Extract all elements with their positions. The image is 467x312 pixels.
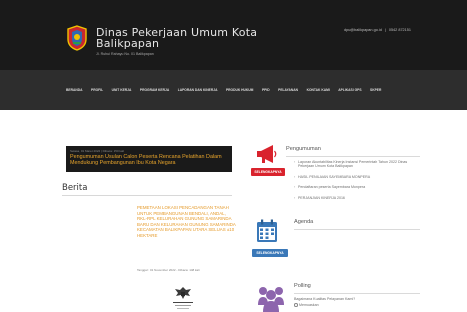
- polling-question: Bagaimana Kualitas Pelayanan Kami?: [294, 297, 356, 301]
- polling-option-label: Memuaskan: [299, 303, 319, 307]
- nav-item-program-kerja[interactable]: PROGRAM KERJA: [140, 88, 169, 92]
- slider-meta: Selasa, 01 Maret 2022 | Dibaca: 150 kali: [70, 149, 124, 153]
- pengumuman-list: Laporan Akuntabilitas Kinerja Instansi P…: [294, 160, 420, 206]
- berita-divider: [62, 195, 232, 196]
- polling-heading: Polling: [294, 283, 311, 289]
- megaphone-icon: [257, 145, 277, 163]
- header-contact: dpu@balikpapan.go.id | 0542 872151: [344, 28, 411, 32]
- berita-heading: Berita: [62, 183, 88, 193]
- nav-item-profil[interactable]: PROFIL: [91, 88, 103, 92]
- pengumuman-item[interactable]: Pendaftaran peserta Sayembara Monpera: [294, 185, 420, 190]
- polling-option[interactable]: Memuaskan: [294, 303, 319, 307]
- nav-item-kontak-kami[interactable]: KONTAK KAMI: [307, 88, 330, 92]
- news-meta: Tanggal : 01 November 2022 - Dibaca: 148…: [137, 268, 200, 272]
- site-title-line2: Balikpapan: [96, 37, 160, 50]
- agenda-more-button[interactable]: SELENGKAPNYA: [252, 249, 288, 257]
- agenda-heading: Agenda: [294, 219, 314, 225]
- pengumuman-item[interactable]: PERJANJIAN KINERJA 2016: [294, 196, 420, 201]
- slider-title[interactable]: Pengumuman Usulan Calon Peserta Rencana …: [70, 154, 228, 166]
- pengumuman-item[interactable]: HASIL PENILAIAN SAYEMBARA MONPERA: [294, 175, 420, 180]
- contact-email[interactable]: dpu@balikpapan.go.id: [344, 28, 382, 32]
- nav-item-laporan-kinerja[interactable]: LAPORAN DAN KINERJA: [178, 88, 218, 92]
- agenda-divider: [294, 229, 420, 230]
- nav-item-unit-kerja[interactable]: UNIT KERJA: [112, 88, 132, 92]
- nav-menu: BERANDA PROFIL UNIT KERJA PROGRAM KERJA …: [66, 88, 381, 92]
- contact-phone: 0542 872151: [388, 28, 411, 32]
- pengumuman-item[interactable]: Laporan Akuntabilitas Kinerja Instansi P…: [294, 160, 420, 169]
- calendar-icon: [257, 219, 277, 242]
- main-navbar: BERANDA PROFIL UNIT KERJA PROGRAM KERJA …: [0, 70, 467, 110]
- nav-item-pelayanan[interactable]: PELAYANAN: [278, 88, 298, 92]
- news-title[interactable]: PEMETAAN LOKASI PENCADANGAN TANAH UNTUK …: [137, 205, 237, 239]
- nav-item-ppid[interactable]: PPID: [262, 88, 270, 92]
- nav-item-beranda[interactable]: BERANDA: [66, 88, 83, 92]
- site-address: Jl. Ruhui Rahayu No. 01 Balikpapan: [96, 52, 154, 56]
- nav-item-produk-hukum[interactable]: PRODUK HUKUM: [226, 88, 253, 92]
- news-slider[interactable]: Selasa, 01 Maret 2022 | Dibaca: 150 kali…: [66, 146, 232, 172]
- contact-separator: |: [384, 28, 386, 32]
- polling-divider: [294, 293, 420, 294]
- news-document-thumbnail[interactable]: [161, 281, 205, 312]
- city-emblem-icon[interactable]: [66, 25, 88, 51]
- site-header: Dinas Pekerjaan Umum Kota Balikpapan Jl.…: [0, 0, 467, 70]
- pengumuman-heading: Pengumuman: [286, 146, 321, 152]
- pengumuman-more-button[interactable]: SELENGKAPNYA: [251, 168, 285, 176]
- site-title[interactable]: Dinas Pekerjaan Umum Kota Balikpapan: [96, 27, 257, 49]
- people-group-icon: [258, 287, 284, 312]
- pengumuman-divider: [286, 156, 420, 157]
- nav-item-aplikasi-gps[interactable]: APLIKASI GPS: [338, 88, 361, 92]
- radio-button[interactable]: [294, 303, 298, 307]
- nav-item-skper[interactable]: SKPER: [370, 88, 381, 92]
